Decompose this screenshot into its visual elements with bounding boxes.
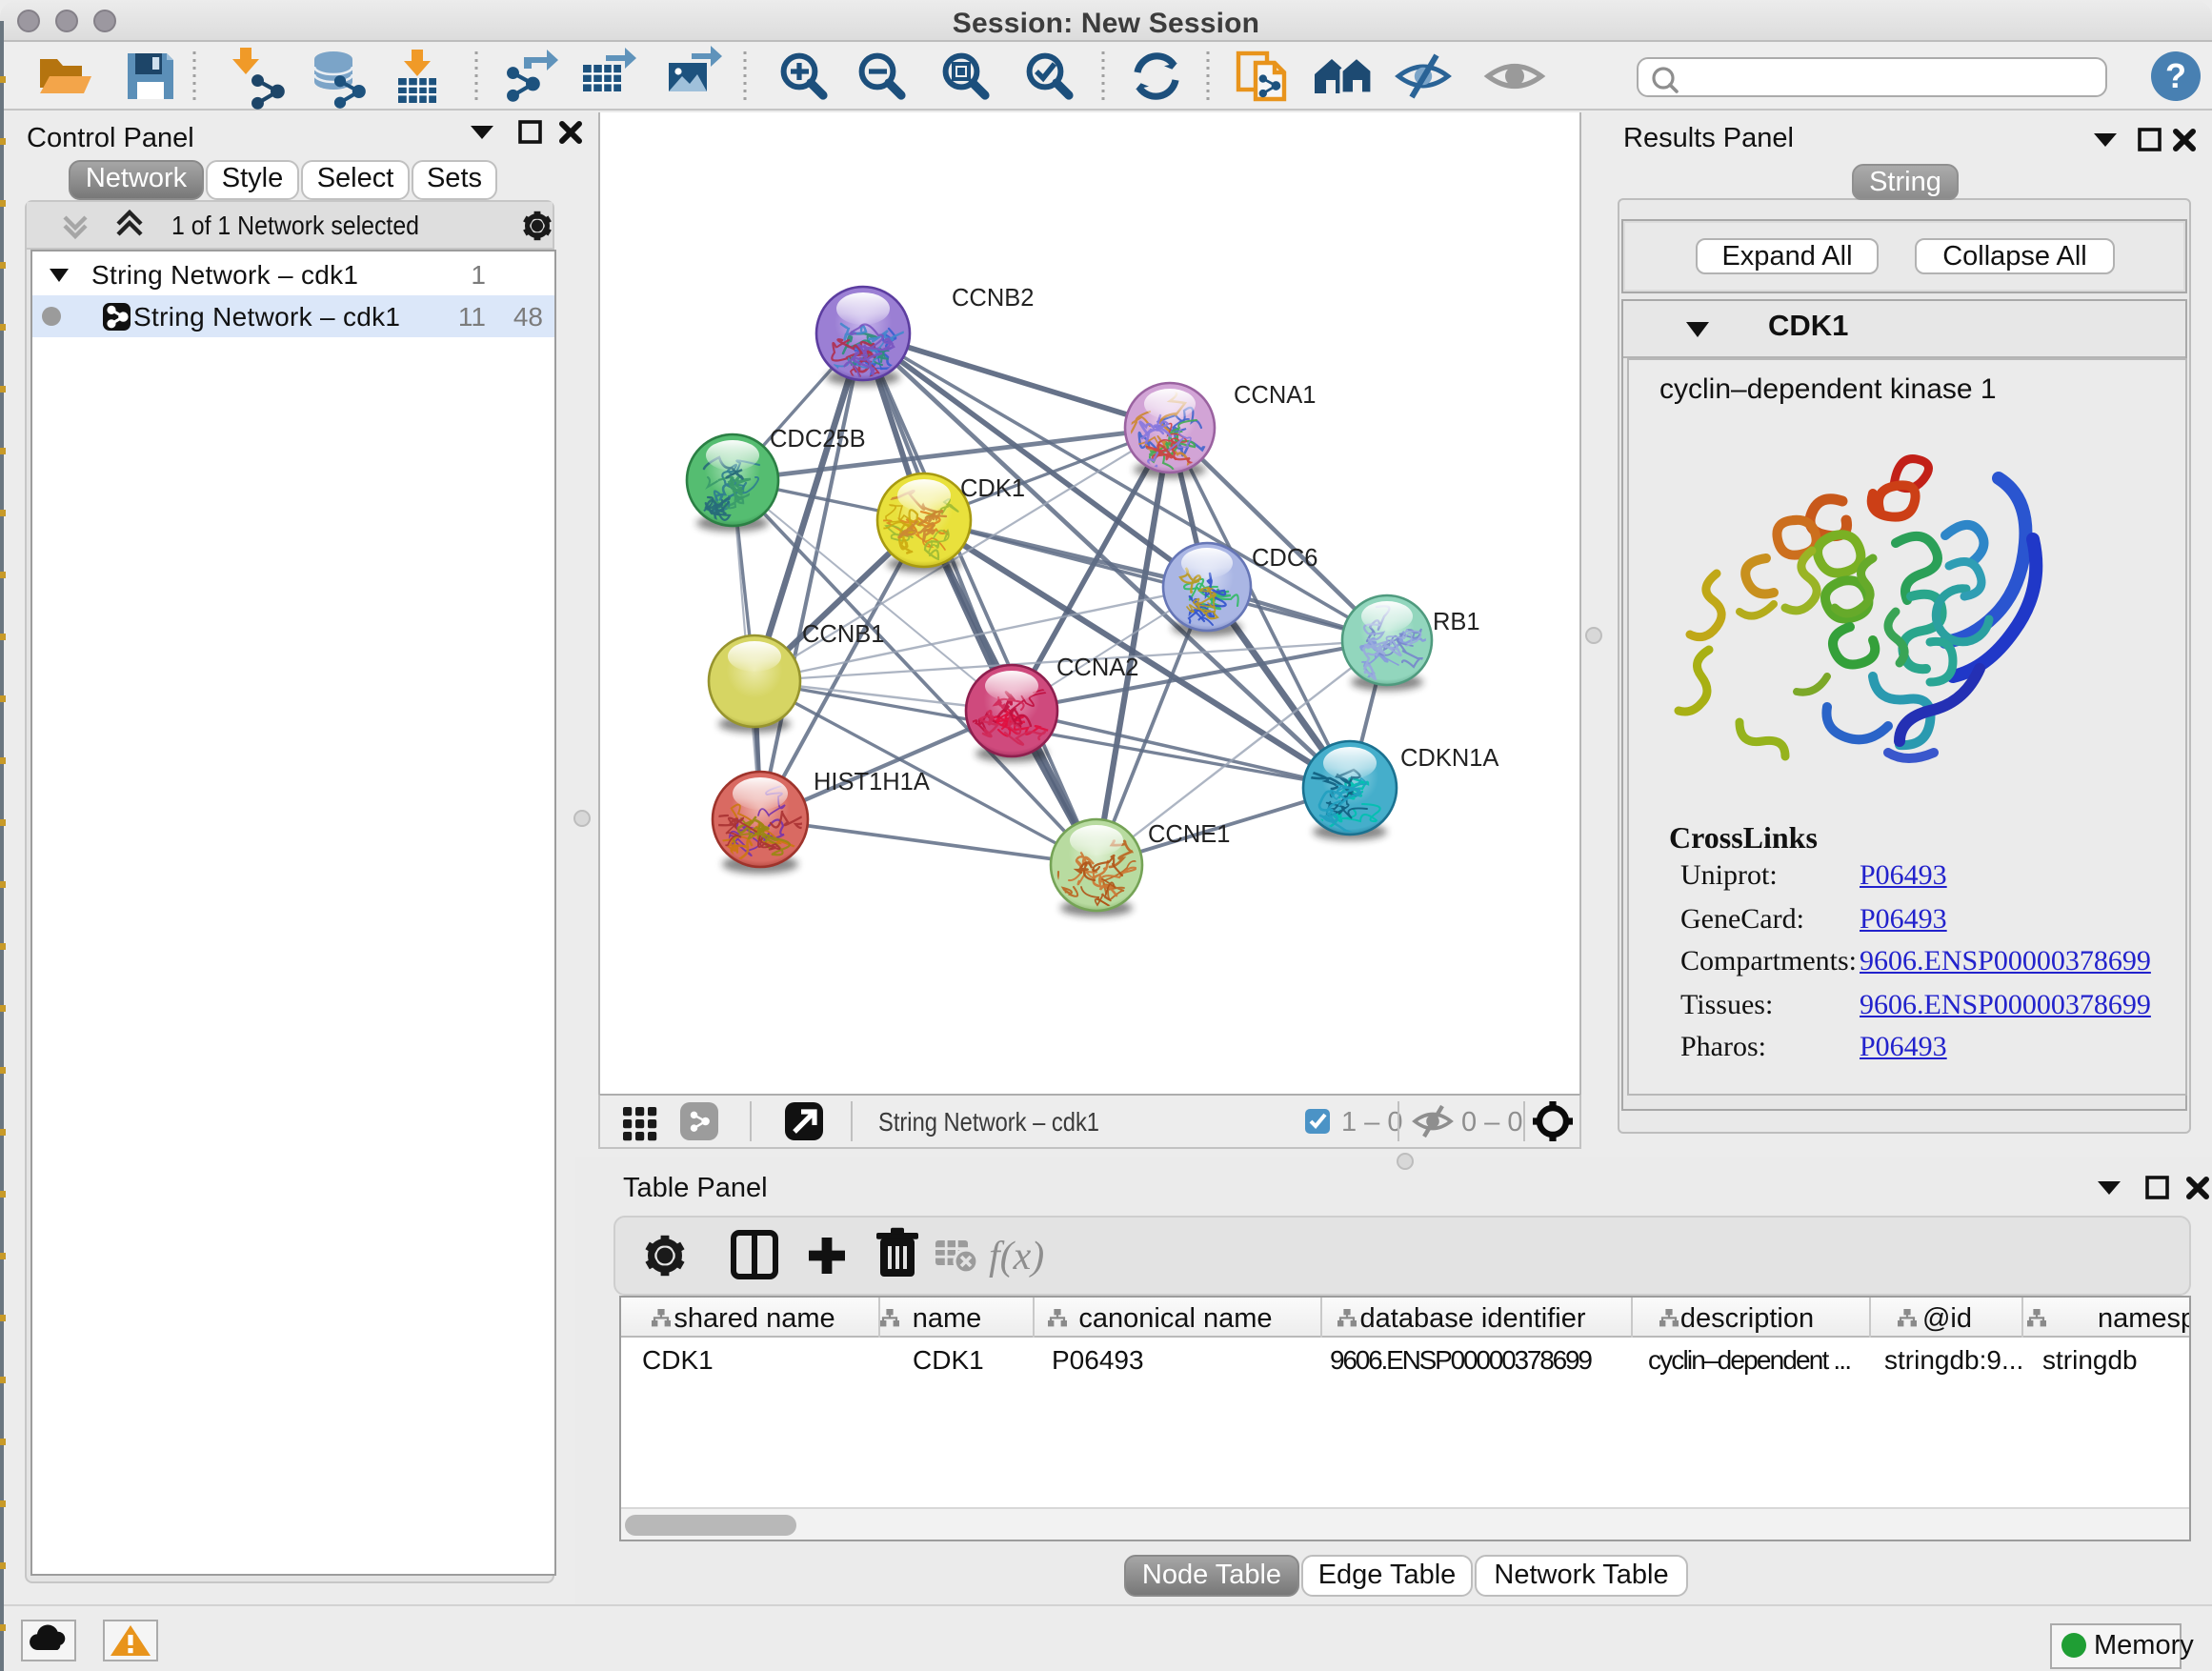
- svg-text:CDC25B: CDC25B: [770, 425, 866, 452]
- svg-text:String Network – cdk1: String Network – cdk1: [133, 302, 400, 332]
- svg-text:f(x): f(x): [989, 1235, 1044, 1278]
- svg-text:RB1: RB1: [1433, 608, 1480, 634]
- svg-text:cyclin–dependent ...: cyclin–dependent ...: [1648, 1345, 1852, 1375]
- svg-text:CCNE1: CCNE1: [1148, 820, 1230, 847]
- svg-text:CDK1: CDK1: [642, 1345, 714, 1375]
- svg-text:?: ?: [2165, 56, 2186, 95]
- svg-text:description: description: [1680, 1303, 1814, 1334]
- svg-text:shared name: shared name: [674, 1303, 835, 1334]
- svg-text:namespace: namespace: [2098, 1303, 2189, 1334]
- svg-text:CDK1: CDK1: [913, 1345, 984, 1375]
- svg-text:0 – 0: 0 – 0: [1461, 1106, 1523, 1137]
- svg-text:CCNB2: CCNB2: [952, 284, 1034, 311]
- svg-text:stringdb: stringdb: [2042, 1345, 2138, 1375]
- svg-text:HIST1H1A: HIST1H1A: [814, 768, 930, 795]
- svg-text:1 – 0: 1 – 0: [1341, 1106, 1403, 1137]
- svg-text:P06493: P06493: [1052, 1345, 1144, 1375]
- svg-text:database identifier: database identifier: [1360, 1303, 1586, 1334]
- svg-text:CDC6: CDC6: [1252, 544, 1317, 571]
- svg-text:@id: @id: [1922, 1303, 1972, 1334]
- svg-text:CDK1: CDK1: [960, 474, 1025, 501]
- svg-text:CDKN1A: CDKN1A: [1400, 744, 1498, 771]
- svg-text:name: name: [913, 1303, 982, 1334]
- svg-text:stringdb:9...: stringdb:9...: [1884, 1345, 2023, 1375]
- svg-text:48: 48: [513, 302, 543, 332]
- svg-text:CCNB1: CCNB1: [802, 620, 884, 647]
- svg-text:CCNA1: CCNA1: [1234, 381, 1316, 408]
- svg-text:canonical name: canonical name: [1078, 1303, 1272, 1334]
- svg-text:CCNA2: CCNA2: [1056, 654, 1138, 680]
- svg-text:String Network – cdk1: String Network – cdk1: [91, 260, 358, 290]
- svg-text:1: 1: [471, 260, 486, 290]
- svg-text:String Network – cdk1: String Network – cdk1: [878, 1106, 1099, 1136]
- svg-text:11: 11: [458, 302, 486, 332]
- svg-text:9606.ENSP00000378699: 9606.ENSP00000378699: [1330, 1345, 1593, 1375]
- svg-text:1 of 1 Network selected: 1 of 1 Network selected: [171, 211, 419, 240]
